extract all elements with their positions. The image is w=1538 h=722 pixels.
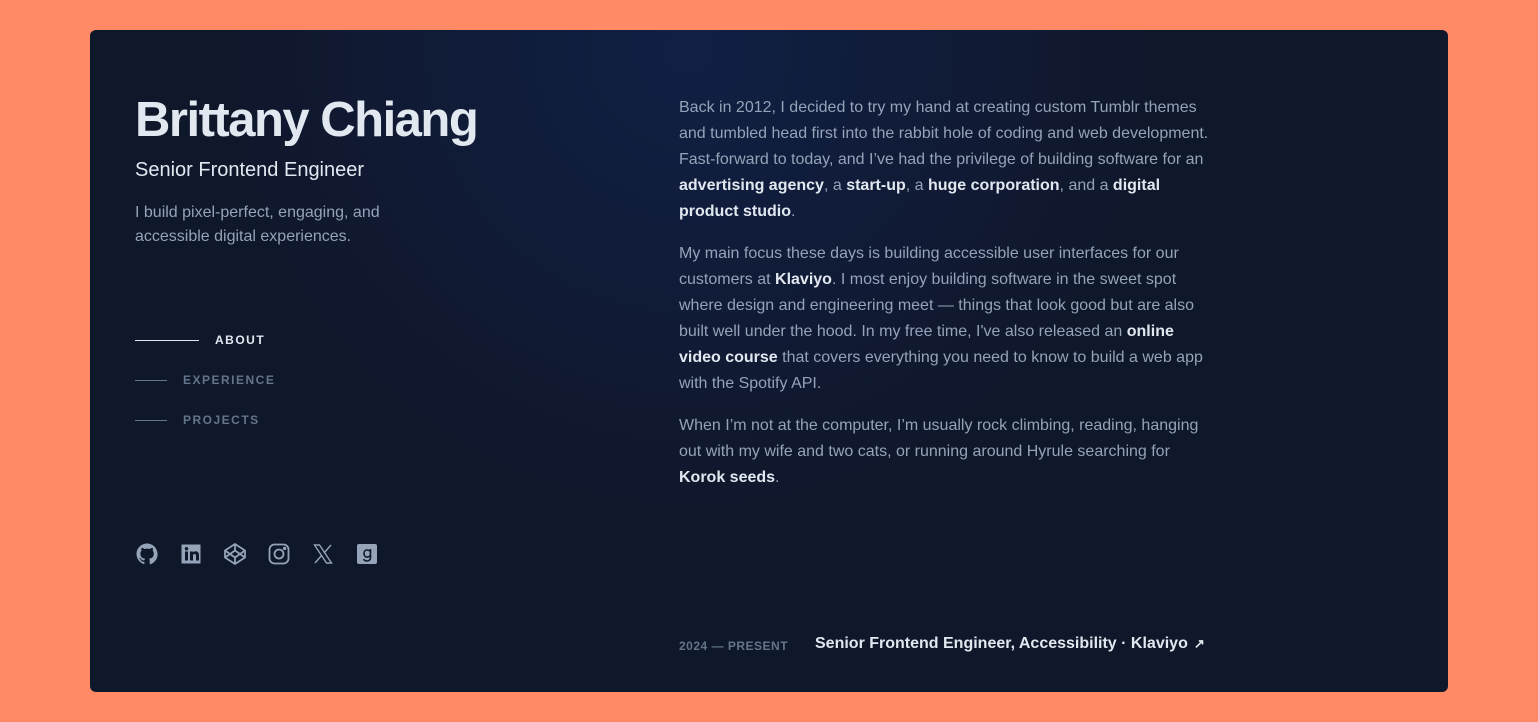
nav-label: EXPERIENCE bbox=[183, 373, 276, 387]
instagram-icon bbox=[268, 543, 290, 565]
codepen-icon bbox=[224, 543, 246, 565]
x-link[interactable] bbox=[311, 540, 335, 568]
job-title: Senior Frontend Engineer bbox=[135, 159, 365, 181]
about-paragraph: When I’m not at the computer, I’m usuall… bbox=[679, 413, 1209, 491]
x-icon bbox=[313, 544, 333, 564]
experience-title: Senior Frontend Engineer, Accessibility … bbox=[815, 635, 1188, 652]
nav-label: ABOUT bbox=[215, 333, 266, 347]
nav-item-about[interactable]: ABOUT bbox=[135, 320, 275, 360]
section-nav: ABOUT EXPERIENCE PROJECTS bbox=[135, 320, 275, 440]
about-paragraph: My main focus these days is building acc… bbox=[679, 241, 1209, 397]
start-up-link[interactable]: start-up bbox=[846, 177, 906, 194]
huge-corporation-link[interactable]: huge corporation bbox=[928, 177, 1060, 194]
about-text: , a bbox=[905, 177, 928, 194]
codepen-link[interactable] bbox=[223, 540, 247, 568]
about-paragraph: Back in 2012, I decided to try my hand a… bbox=[679, 95, 1209, 225]
nav-indicator bbox=[135, 379, 167, 381]
experience-title-link[interactable]: Senior Frontend Engineer, Accessibility … bbox=[815, 635, 1205, 653]
nav-item-projects[interactable]: PROJECTS bbox=[135, 400, 275, 440]
github-icon bbox=[136, 543, 158, 565]
about-section: Back in 2012, I decided to try my hand a… bbox=[679, 95, 1209, 507]
linkedin-icon bbox=[181, 544, 201, 564]
social-links bbox=[135, 540, 379, 568]
about-text: , and a bbox=[1059, 177, 1113, 194]
about-text: , a bbox=[823, 177, 847, 194]
nav-indicator bbox=[135, 419, 167, 421]
about-text: . bbox=[775, 469, 780, 486]
goodreads-icon bbox=[357, 544, 377, 564]
goodreads-link[interactable] bbox=[355, 540, 379, 568]
experience-date: 2024 — PRESENT bbox=[679, 639, 789, 653]
instagram-link[interactable] bbox=[267, 540, 291, 568]
site-title[interactable]: Brittany Chiang bbox=[135, 92, 479, 148]
about-text: Back in 2012, I decided to try my hand a… bbox=[679, 99, 1209, 168]
korok-seeds-link[interactable]: Korok seeds bbox=[679, 469, 775, 486]
nav-indicator bbox=[135, 339, 199, 341]
nav-label: PROJECTS bbox=[183, 413, 260, 427]
nav-item-experience[interactable]: EXPERIENCE bbox=[135, 360, 275, 400]
linkedin-link[interactable] bbox=[179, 540, 203, 568]
advertising-agency-link[interactable]: advertising agency bbox=[679, 177, 824, 194]
tagline: I build pixel-perfect, engaging, and acc… bbox=[135, 204, 380, 245]
external-arrow-icon: ↗ bbox=[1193, 636, 1205, 651]
about-text: . bbox=[790, 203, 796, 220]
about-text: When I’m not at the computer, I’m usuall… bbox=[679, 417, 1199, 460]
klaviyo-link[interactable]: Klaviyo bbox=[775, 271, 832, 288]
github-link[interactable] bbox=[135, 540, 159, 568]
